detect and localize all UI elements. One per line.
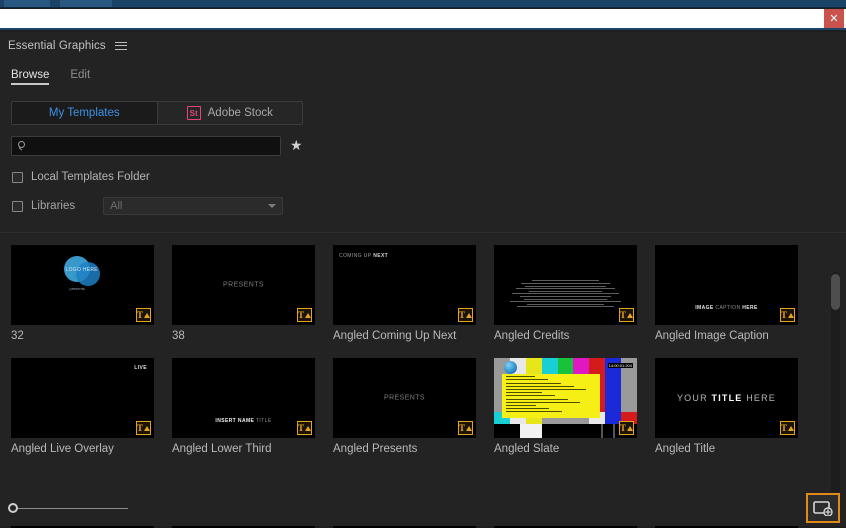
my-templates-button[interactable]: My Templates xyxy=(12,102,157,124)
libraries-label: Libraries xyxy=(31,200,76,212)
libraries-select-value: All xyxy=(110,200,123,212)
template-name: Angled Slate xyxy=(494,443,560,455)
template-item[interactable]: 14:00:01:204 T Angled Slate xyxy=(494,358,637,455)
zoom-slider-handle[interactable] xyxy=(8,503,18,513)
template-item[interactable]: YOUR TITLE HERE T Angled Title xyxy=(655,358,798,455)
template-name: 38 xyxy=(172,330,185,342)
search-icon xyxy=(18,140,29,152)
missing-font-badge-icon: T xyxy=(297,421,312,435)
missing-font-badge-icon: T xyxy=(619,421,634,435)
template-name: Angled Title xyxy=(655,443,716,455)
missing-font-badge-icon: T xyxy=(458,308,473,322)
template-item[interactable]: PRESENTS T 38 xyxy=(172,245,315,342)
star-icon[interactable]: ★ xyxy=(290,139,303,153)
search-input[interactable] xyxy=(29,140,274,152)
essential-graphics-panel: Essential Graphics Browse Edit My Templa… xyxy=(0,32,846,528)
thumbnail-zoom-slider[interactable] xyxy=(8,502,128,514)
thumbnail-art-presents: PRESENTS xyxy=(223,281,264,289)
missing-font-badge-icon: T xyxy=(136,308,151,322)
template-thumbnail[interactable]: 14:00:01:204 T xyxy=(494,358,637,438)
adobe-stock-label: Adobe Stock xyxy=(207,107,273,119)
template-name: Angled Coming Up Next xyxy=(333,330,457,342)
libraries-select[interactable]: All xyxy=(103,197,284,215)
zoom-slider-track xyxy=(12,508,128,509)
missing-font-badge-icon: T xyxy=(297,308,312,322)
thumbnail-art-credits xyxy=(494,245,637,325)
template-thumbnail[interactable]: T xyxy=(494,245,637,325)
vertical-scrollbar[interactable] xyxy=(831,272,840,517)
template-item[interactable]: IMAGE CAPTION HERE T Angled Image Caption xyxy=(655,245,798,342)
search-row: ★ xyxy=(11,136,846,156)
template-grid: LOGO HERE presents T 32 PRESENTS T 38 COMING UP… xyxy=(0,237,830,455)
panel-footer xyxy=(0,492,846,526)
template-name: 32 xyxy=(11,330,24,342)
scrollbar-thumb[interactable] xyxy=(831,274,840,310)
template-thumbnail[interactable]: YOUR TITLE HERE T xyxy=(655,358,798,438)
template-item[interactable]: COMING UP NEXT T Angled Coming Up Next xyxy=(333,245,476,342)
template-item[interactable]: PRESENTS T Angled Presents xyxy=(333,358,476,455)
panel-header: Essential Graphics xyxy=(0,32,846,59)
section-divider xyxy=(0,232,846,233)
tab-browse[interactable]: Browse xyxy=(11,69,50,85)
close-button[interactable]: ✕ xyxy=(824,9,844,28)
local-templates-checkbox[interactable] xyxy=(12,171,23,183)
chevron-down-icon xyxy=(268,204,277,208)
my-templates-label: My Templates xyxy=(48,107,120,119)
local-templates-label: Local Templates Folder xyxy=(31,171,150,183)
thumbnail-art-slate: 14:00:01:204 xyxy=(494,358,637,438)
template-item[interactable]: INSERT NAME TITLE T Angled Lower Third xyxy=(172,358,315,455)
thumbnail-art-live: LIVE xyxy=(134,365,147,371)
hamburger-menu-icon[interactable] xyxy=(114,39,129,53)
template-name: Angled Presents xyxy=(333,443,418,455)
window-chrome-strip xyxy=(0,0,846,8)
thumbnail-art-logo: LOGO HERE presents xyxy=(11,245,154,325)
template-thumbnail[interactable]: PRESENTS T xyxy=(333,358,476,438)
template-item[interactable]: LOGO HERE presents T 32 xyxy=(11,245,154,342)
template-thumbnail[interactable]: LIVE T xyxy=(11,358,154,438)
template-item[interactable]: T Angled Credits xyxy=(494,245,637,342)
template-thumbnail[interactable]: INSERT NAME TITLE T xyxy=(172,358,315,438)
tab-edit[interactable]: Edit xyxy=(70,69,90,85)
browser-toolbar-blank xyxy=(0,9,846,30)
template-thumbnail[interactable]: PRESENTS T xyxy=(172,245,315,325)
libraries-filter[interactable]: Libraries All xyxy=(12,197,846,215)
template-name: Angled Lower Third xyxy=(172,443,272,455)
panel-tabs: Browse Edit xyxy=(0,59,846,85)
page-title: Essential Graphics xyxy=(8,39,106,52)
template-thumbnail[interactable]: COMING UP NEXT T xyxy=(333,245,476,325)
template-source-toggle: My Templates St Adobe Stock xyxy=(11,101,303,125)
adobe-stock-button[interactable]: St Adobe Stock xyxy=(156,102,302,124)
thumbnail-art-caption: IMAGE CAPTION HERE xyxy=(695,305,758,311)
missing-font-badge-icon: T xyxy=(780,421,795,435)
missing-font-badge-icon: T xyxy=(780,308,795,322)
new-layer-button[interactable] xyxy=(806,493,840,523)
local-templates-filter[interactable]: Local Templates Folder xyxy=(12,171,846,183)
template-grid-area[interactable]: LOGO HERE presents T 32 PRESENTS T 38 COMING UP… xyxy=(0,237,846,497)
browser-tabs-ghost xyxy=(4,0,124,7)
template-thumbnail[interactable]: LOGO HERE presents T xyxy=(11,245,154,325)
thumbnail-art-title: YOUR TITLE HERE xyxy=(676,393,777,403)
thumbnail-art-comingup: COMING UP NEXT xyxy=(339,253,389,259)
template-name: Angled Credits xyxy=(494,330,570,342)
template-item[interactable]: LIVE T Angled Live Overlay xyxy=(11,358,154,455)
template-name: Angled Live Overlay xyxy=(11,443,114,455)
thumbnail-art-presents: PRESENTS xyxy=(384,394,425,402)
search-box[interactable] xyxy=(11,136,281,156)
new-layer-icon xyxy=(813,500,833,516)
missing-font-badge-icon: T xyxy=(458,421,473,435)
thumbnail-art-lowerthird: INSERT NAME TITLE xyxy=(215,418,272,424)
missing-font-badge-icon: T xyxy=(619,308,634,322)
template-thumbnail[interactable]: IMAGE CAPTION HERE T xyxy=(655,245,798,325)
template-name: Angled Image Caption xyxy=(655,330,769,342)
adobe-stock-icon: St xyxy=(186,106,201,120)
libraries-checkbox[interactable] xyxy=(12,200,23,212)
missing-font-badge-icon: T xyxy=(136,421,151,435)
